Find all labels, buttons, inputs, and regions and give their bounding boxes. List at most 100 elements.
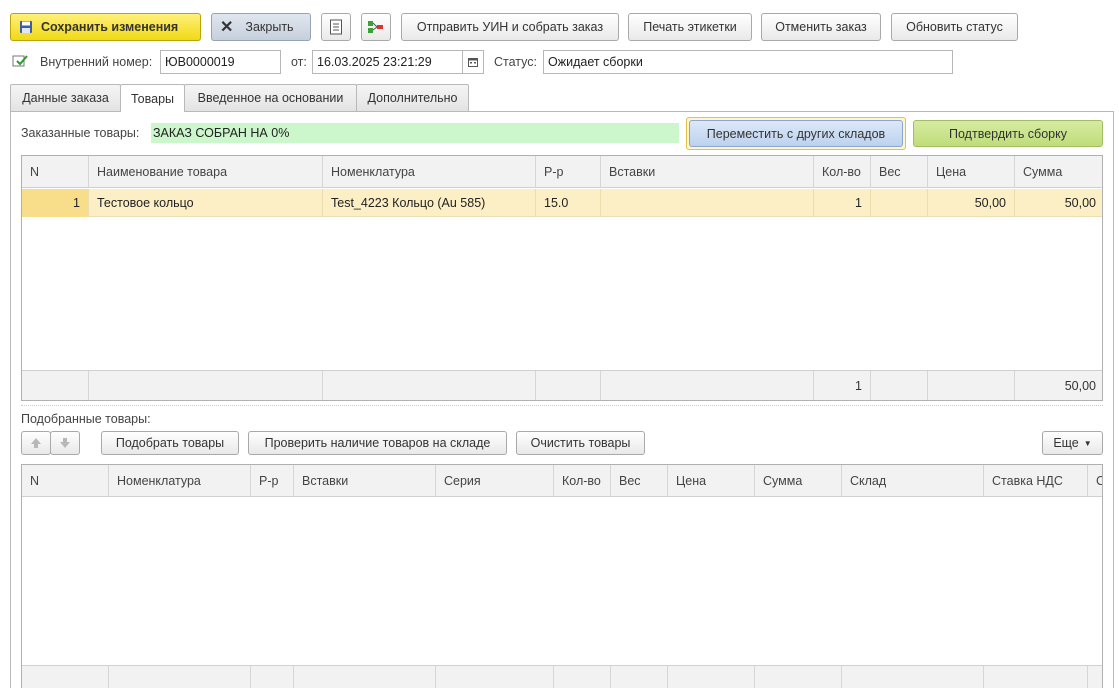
print-labels-button-label: Печать этикетки — [643, 20, 737, 34]
document-icon-button[interactable] — [321, 13, 351, 41]
totals-cell — [928, 371, 1015, 400]
cancel-order-button-label: Отменить заказ — [775, 20, 867, 34]
hierarchy-icon — [368, 21, 383, 33]
confirm-button-label: Подтвердить сборку — [949, 126, 1067, 141]
totals-cell — [22, 371, 89, 400]
column-header[interactable]: Наименование товара — [89, 156, 323, 188]
move-from-other-warehouses-button[interactable]: Переместить с других складов — [689, 120, 903, 147]
refresh-status-button-label: Обновить статус — [906, 20, 1003, 34]
send-uin-button-label: Отправить УИН и собрать заказ — [416, 20, 604, 34]
price-cell: 50,00 — [928, 189, 1015, 217]
column-header[interactable]: Номенклатура — [109, 465, 251, 497]
quantity-cell: 1 — [814, 189, 871, 217]
total-sum: 50,00 — [1064, 379, 1096, 393]
clear-goods-button-label: Очистить товары — [530, 436, 631, 450]
structure-icon-button[interactable] — [361, 13, 391, 41]
column-header[interactable]: Склад — [842, 465, 984, 497]
column-header[interactable]: Сумма — [1015, 156, 1102, 188]
totals-cell — [601, 371, 814, 400]
column-header[interactable]: Кол-во — [814, 156, 871, 188]
move-up-button[interactable] — [21, 431, 51, 455]
confirm-assembly-button[interactable]: Подтвердить сборку — [913, 120, 1103, 147]
close-button[interactable]: ✕ Закрыть — [211, 13, 311, 41]
totals-cell — [871, 371, 928, 400]
calendar-button[interactable] — [462, 50, 484, 74]
inserts-cell — [601, 189, 814, 217]
move-button-label: Переместить с других складов — [706, 126, 886, 141]
check-stock-button[interactable]: Проверить наличие товаров на складе — [248, 431, 507, 455]
pick-goods-button[interactable]: Подобрать товары — [101, 431, 239, 455]
cancel-order-button[interactable]: Отменить заказ — [761, 13, 881, 41]
column-header[interactable]: Вставки — [294, 465, 436, 497]
totals-cell — [436, 666, 554, 688]
send-uin-button[interactable]: Отправить УИН и собрать заказ — [401, 13, 619, 41]
column-header[interactable]: Кол-во — [554, 465, 611, 497]
chevron-down-icon: ▼ — [1083, 438, 1092, 448]
totals-cell — [611, 666, 668, 688]
close-icon: ✕ — [220, 19, 234, 36]
tab-goods[interactable]: Товары — [120, 84, 185, 112]
internal-number-label: Внутренний номер: — [40, 55, 153, 69]
assembly-progress-field: ЗАКАЗ СОБРАН НА 0% — [151, 123, 679, 143]
ordered-goods-label: Заказанные товары: — [21, 126, 140, 140]
calendar-icon — [468, 58, 478, 67]
table-row[interactable]: 1 Тестовое кольцо Test_4223 Кольцо (Au 5… — [22, 189, 1102, 217]
picked-goods-header: N Номенклатура Р-р Вставки Серия Кол-во … — [22, 465, 1102, 497]
totals-cell — [984, 666, 1088, 688]
column-header[interactable]: Вес — [611, 465, 668, 497]
more-menu-label: Еще — [1053, 436, 1079, 450]
sum-cell: 50,00 — [1064, 196, 1096, 210]
totals-cell — [251, 666, 294, 688]
column-header[interactable]: Сумма — [755, 465, 842, 497]
column-header[interactable]: N — [22, 465, 109, 497]
more-menu-button[interactable]: Еще ▼ — [1042, 431, 1103, 455]
column-header[interactable]: Р-р — [536, 156, 601, 188]
total-quantity: 1 — [814, 371, 871, 400]
totals-cell — [323, 371, 536, 400]
column-header[interactable]: Вставки — [601, 156, 814, 188]
column-header[interactable]: Номенклатура — [323, 156, 536, 188]
move-down-button[interactable] — [50, 431, 80, 455]
column-header[interactable]: Цена — [668, 465, 755, 497]
column-header[interactable]: Ставка НДС — [984, 465, 1088, 497]
floppy-disk-icon — [19, 20, 33, 34]
picked-goods-label: Подобранные товары: — [21, 412, 151, 426]
clear-goods-button[interactable]: Очистить товары — [516, 431, 645, 455]
status-field[interactable]: Ожидает сборки — [543, 50, 953, 74]
save-button-label: Сохранить изменения — [41, 20, 179, 34]
arrow-down-icon — [60, 438, 70, 448]
column-header[interactable]: Цена — [928, 156, 1015, 188]
totals-cell — [22, 666, 109, 688]
column-header[interactable]: Р-р — [251, 465, 294, 497]
tab-order-data[interactable]: Данные заказа — [10, 84, 121, 111]
status-label: Статус: — [494, 55, 537, 69]
weight-cell — [871, 189, 928, 217]
column-header[interactable]: Вес — [871, 156, 928, 188]
totals-cell — [842, 666, 984, 688]
ordered-goods-totals: 1 50,00 — [22, 370, 1102, 400]
totals-cell — [294, 666, 436, 688]
refresh-status-button[interactable]: Обновить статус — [891, 13, 1018, 41]
picked-goods-totals — [22, 665, 1102, 688]
close-button-label: Закрыть — [245, 20, 294, 34]
tab-additional[interactable]: Дополнительно — [356, 84, 469, 111]
row-number-cell: 1 — [22, 189, 89, 217]
save-button[interactable]: Сохранить изменения — [10, 13, 201, 41]
ordered-goods-table[interactable]: N Наименование товара Номенклатура Р-р В… — [21, 155, 1103, 401]
totals-cell — [668, 666, 755, 688]
section-divider — [21, 405, 1103, 406]
tab-based-on[interactable]: Введенное на основании — [184, 84, 357, 111]
size-cell: 15.0 — [536, 189, 601, 217]
column-header[interactable]: С — [1088, 465, 1102, 497]
picked-goods-table[interactable]: N Номенклатура Р-р Вставки Серия Кол-во … — [21, 464, 1103, 688]
totals-cell — [554, 666, 611, 688]
column-header[interactable]: N — [22, 156, 89, 188]
check-stock-button-label: Проверить наличие товаров на складе — [264, 436, 491, 450]
column-header[interactable]: Серия — [436, 465, 554, 497]
internal-number-field[interactable]: ЮВ0000019 — [160, 50, 281, 74]
ordered-goods-header: N Наименование товара Номенклатура Р-р В… — [22, 156, 1102, 188]
totals-cell — [536, 371, 601, 400]
print-labels-button[interactable]: Печать этикетки — [628, 13, 752, 41]
date-field[interactable]: 16.03.2025 23:21:29 — [312, 50, 463, 74]
nomenclature-cell: Test_4223 Кольцо (Au 585) — [323, 189, 536, 217]
